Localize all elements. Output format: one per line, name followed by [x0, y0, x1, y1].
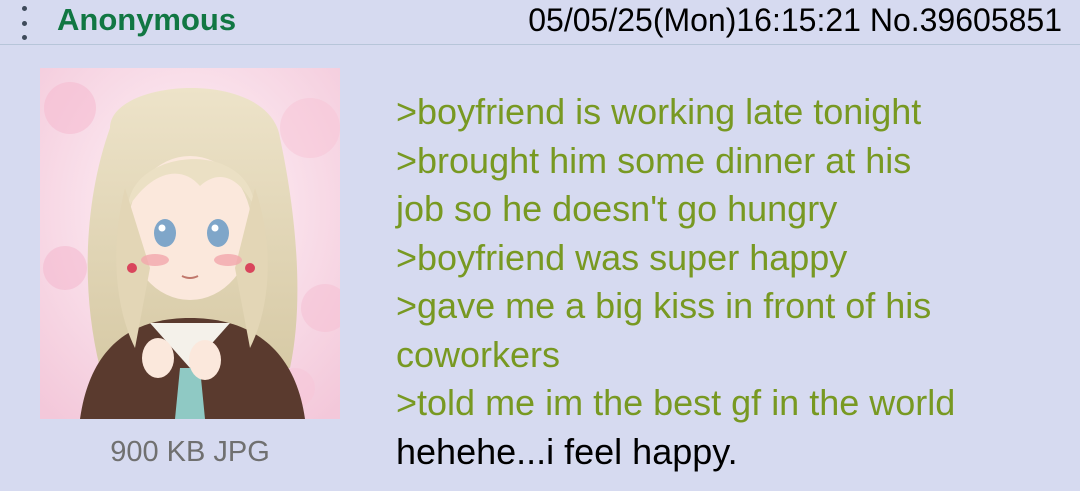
file-info: 900 KB JPG — [110, 436, 270, 468]
comment-text-line: hehehe...i feel happy. — [396, 430, 738, 472]
kebab-menu-icon[interactable] — [20, 6, 28, 40]
post-number-link[interactable]: No.39605851 — [870, 2, 1062, 38]
greentext-line: coworkers — [396, 333, 561, 375]
greentext-line: >boyfriend is working late tonight — [396, 91, 922, 132]
greentext-line: >gave me a big kiss in front of his — [396, 285, 932, 326]
greentext-line: >boyfriend was super happy — [396, 236, 848, 278]
anime-girl-thumbnail — [40, 68, 340, 419]
greentext-line: job so he doesn't go hungry — [396, 188, 838, 229]
post-meta: 05/05/25(Mon)16:15:21 No.39605851 — [528, 2, 1062, 38]
greentext-line: >told me im the best gf in the world — [396, 382, 956, 423]
post-image-thumbnail[interactable] — [40, 68, 340, 419]
post-datetime: 05/05/25(Mon)16:15:21 — [528, 2, 861, 38]
post-comment: >boyfriend is working late tonight >brou… — [396, 88, 1066, 476]
post-header: Anonymous 05/05/25(Mon)16:15:21 No.39605… — [0, 0, 1080, 45]
greentext-line: >brought him some dinner at his — [396, 139, 912, 181]
poster-name: Anonymous — [57, 2, 237, 37]
